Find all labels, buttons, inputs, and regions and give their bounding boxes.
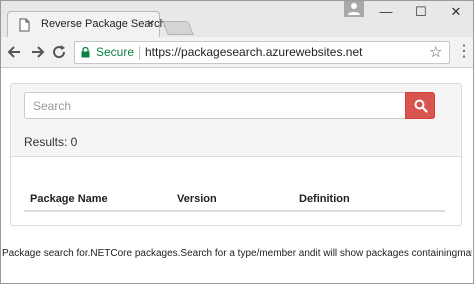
star-icon[interactable]: ☆	[429, 43, 442, 61]
column-definition: Definition	[299, 193, 350, 205]
back-icon[interactable]	[5, 42, 25, 62]
forward-icon[interactable]	[27, 42, 47, 62]
close-window-button[interactable]: ✕	[444, 3, 468, 21]
profile-icon[interactable]	[344, 1, 364, 17]
results-table-header: Package Name Version Definition	[24, 179, 445, 212]
browser-tab[interactable]: Reverse Package Search ×	[7, 11, 166, 38]
tab-close-icon[interactable]: ×	[147, 16, 154, 30]
search-button[interactable]	[405, 92, 435, 119]
results-count: Results: 0	[24, 135, 78, 149]
new-tab-icon[interactable]	[162, 21, 194, 35]
address-divider	[139, 46, 140, 60]
page-icon	[19, 18, 30, 32]
address-bar[interactable]: Secure https://packagesearch.azurewebsit…	[74, 41, 450, 64]
url-text[interactable]: https://packagesearch.azurewebsites.net	[145, 45, 362, 59]
column-package-name: Package Name	[30, 193, 108, 205]
minimize-button[interactable]: —	[374, 3, 398, 21]
panel-heading: Results: 0	[11, 84, 461, 157]
browser-window: Reverse Package Search × — ☐ ✕ Secure ht…	[0, 0, 474, 284]
reload-icon[interactable]	[49, 42, 69, 62]
description-text: Package search for.NETCore packages.Sear…	[2, 248, 472, 259]
column-version: Version	[177, 193, 217, 205]
page-content: Results: 0 Package Name Version Definiti…	[1, 69, 473, 283]
title-bar: Reverse Package Search × — ☐ ✕	[1, 1, 473, 38]
menu-icon[interactable]: ⋮	[456, 43, 472, 63]
lock-icon	[81, 47, 90, 58]
browser-toolbar: Secure https://packagesearch.azurewebsit…	[1, 37, 473, 68]
security-label: Secure	[96, 45, 135, 59]
search-icon	[414, 99, 428, 113]
search-panel: Results: 0 Package Name Version Definiti…	[10, 83, 462, 226]
maximize-button[interactable]: ☐	[409, 3, 433, 21]
search-input[interactable]	[24, 92, 405, 119]
